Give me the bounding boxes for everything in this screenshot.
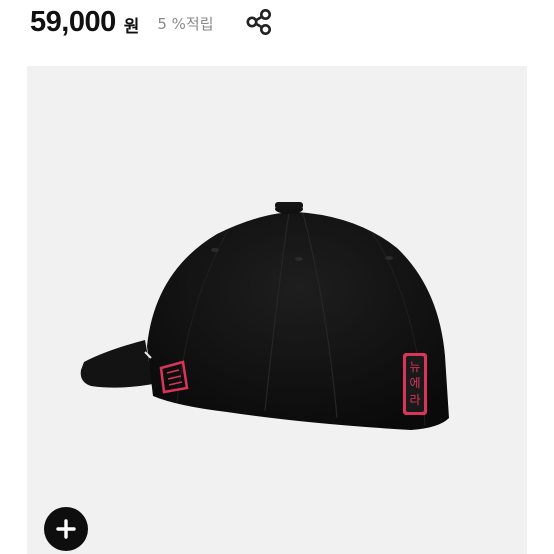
currency-label: 원 bbox=[123, 16, 140, 37]
cap-brim bbox=[80, 340, 153, 388]
badge-char-2: 에 bbox=[409, 376, 420, 390]
badge-char-3: 라 bbox=[409, 393, 420, 407]
share-icon bbox=[246, 9, 271, 35]
cap-back-badge: 뉴 에 라 bbox=[403, 353, 427, 415]
share-button[interactable] bbox=[242, 6, 276, 38]
badge-char-1: 뉴 bbox=[409, 360, 420, 374]
points-rate: 5 %적립 bbox=[157, 15, 214, 33]
product-price: 59,000 bbox=[30, 5, 116, 38]
cap-image: 뉴 에 라 bbox=[80, 202, 449, 430]
add-button[interactable] bbox=[44, 507, 88, 551]
price-row: 59,000 원 5 %적립 bbox=[30, 4, 214, 40]
product-image[interactable]: 뉴 에 라 bbox=[27, 66, 527, 554]
plus-icon bbox=[56, 519, 76, 539]
